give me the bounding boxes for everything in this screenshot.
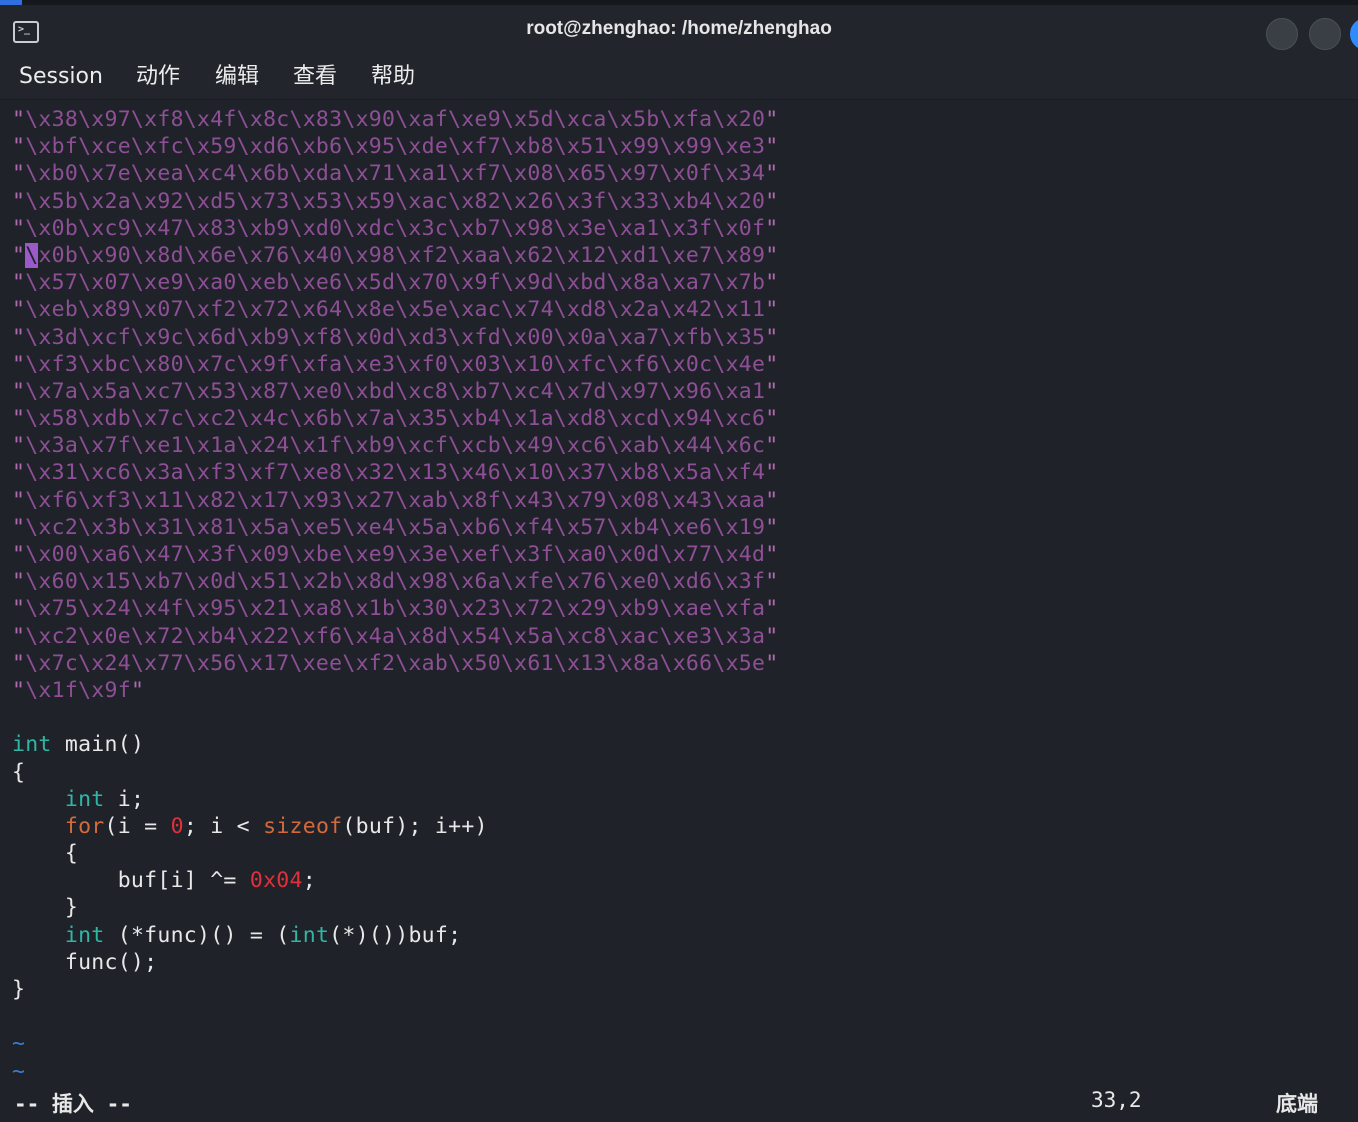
menu-action[interactable]: 动作 bbox=[136, 62, 180, 92]
hex-line: "\x57\x07\xe9\xa0\xeb\xe6\x5d\x70\x9f\x9… bbox=[12, 270, 779, 296]
terminal-window: >_ root@zhenghao: /home/zhenghao Session… bbox=[0, 0, 1358, 1122]
code-line-xor: buf[i] ^= 0x04; bbox=[117, 868, 316, 894]
hex-line: "\xeb\x89\x07\xf2\x72\x64\x8e\x5e\xac\x7… bbox=[12, 297, 779, 323]
code-line-open-brace: { bbox=[12, 759, 26, 785]
menu-edit[interactable]: 编辑 bbox=[215, 62, 259, 92]
hex-line: "\xbf\xce\xfc\x59\xd6\xb6\x95\xde\xf7\xb… bbox=[12, 134, 779, 160]
hex-line: "\x7a\x5a\xc7\x53\x87\xe0\xbd\xc8\xb7\xc… bbox=[12, 378, 779, 404]
minimize-button[interactable] bbox=[1266, 18, 1298, 50]
code-line-main: int main() bbox=[12, 732, 145, 758]
insert-mode-indicator: -- 插入 -- bbox=[14, 1092, 132, 1116]
code-line-decl: int i; bbox=[64, 786, 145, 812]
hex-line: "\xf3\xbc\x80\x7c\x9f\xfa\xe3\xf0\x03\x1… bbox=[12, 351, 779, 377]
title-bar[interactable]: >_ root@zhenghao: /home/zhenghao bbox=[0, 5, 1358, 57]
empty-line-marker: ~ bbox=[12, 1031, 26, 1057]
menu-help[interactable]: 帮助 bbox=[371, 62, 415, 92]
hex-line-cursor: "\x0b\x90\x8d\x6e\x76\x40\x98\xf2\xaa\x6… bbox=[12, 242, 779, 268]
scroll-position: 底端 bbox=[1276, 1092, 1318, 1116]
hex-line: "\x3d\xcf\x9c\x6d\xb9\xf8\x0d\xd3\xfd\x0… bbox=[12, 324, 779, 350]
hex-line: "\x1f\x9f" bbox=[12, 677, 145, 703]
maximize-button[interactable] bbox=[1309, 18, 1341, 50]
vim-status-bar: -- 插入 -- 33,2 底端 bbox=[0, 1086, 1358, 1118]
hex-line: "\x58\xdb\x7c\xc2\x4c\x6b\x7a\x35\xb4\x1… bbox=[12, 406, 779, 432]
hex-line: "\x75\x24\x4f\x95\x21\xa8\x1b\x30\x23\x7… bbox=[12, 596, 779, 622]
window-title: root@zhenghao: /home/zhenghao bbox=[526, 18, 832, 39]
vim-editor[interactable]: "\x38\x97\xf8\x4f\x8c\x83\x90\xaf\xe9\x5… bbox=[12, 106, 1352, 1085]
code-line-for: for(i = 0; i < sizeof(buf); i++) bbox=[64, 813, 488, 839]
cursor-position: 33,2 bbox=[1091, 1088, 1142, 1112]
hex-line: "\x31\xc6\x3a\xf3\xf7\xe8\x32\x13\x46\x1… bbox=[12, 460, 779, 486]
hex-line: "\xb0\x7e\xea\xc4\x6b\xda\x71\xa1\xf7\x0… bbox=[12, 161, 779, 187]
code-line-call: func(); bbox=[64, 949, 158, 975]
hex-line: "\xc2\x3b\x31\x81\x5a\xe5\xe4\x5a\xb6\xf… bbox=[12, 514, 779, 540]
code-line-func-ptr: int (*func)() = (int(*)())buf; bbox=[64, 922, 462, 948]
hex-line: "\xf6\xf3\x11\x82\x17\x93\x27\xab\x8f\x4… bbox=[12, 487, 779, 513]
menu-session[interactable]: Session bbox=[19, 62, 103, 92]
hex-line: "\x0b\xc9\x47\x83\xb9\xd0\xdc\x3c\xb7\x9… bbox=[12, 215, 779, 241]
menu-view[interactable]: 查看 bbox=[293, 62, 337, 92]
hex-line: "\x38\x97\xf8\x4f\x8c\x83\x90\xaf\xe9\x5… bbox=[12, 107, 779, 132]
menu-bar: Session 动作 编辑 查看 帮助 bbox=[0, 57, 1358, 100]
hex-line: "\xc2\x0e\x72\xb4\x22\xf6\x4a\x8d\x54\x5… bbox=[12, 623, 779, 649]
code-line-open-brace-inner: { bbox=[64, 841, 79, 867]
hex-line: "\x7c\x24\x77\x56\x17\xee\xf2\xab\x50\x6… bbox=[12, 650, 779, 676]
hex-line: "\x5b\x2a\x92\xd5\x73\x53\x59\xac\x82\x2… bbox=[12, 188, 779, 214]
code-line-close-brace-inner: } bbox=[64, 895, 79, 921]
empty-line-marker: ~ bbox=[12, 1058, 26, 1084]
hex-line: "\x3a\x7f\xe1\x1a\x24\x1f\xb9\xcf\xcb\x4… bbox=[12, 433, 779, 459]
hex-line: "\x00\xa6\x47\x3f\x09\xbe\xe9\x3e\xef\x3… bbox=[12, 542, 779, 567]
text-cursor: \ bbox=[25, 242, 39, 268]
hex-line: "\x60\x15\xb7\x0d\x51\x2b\x8d\x98\x6a\xf… bbox=[12, 569, 779, 595]
code-line-close-brace: } bbox=[12, 977, 26, 1002]
